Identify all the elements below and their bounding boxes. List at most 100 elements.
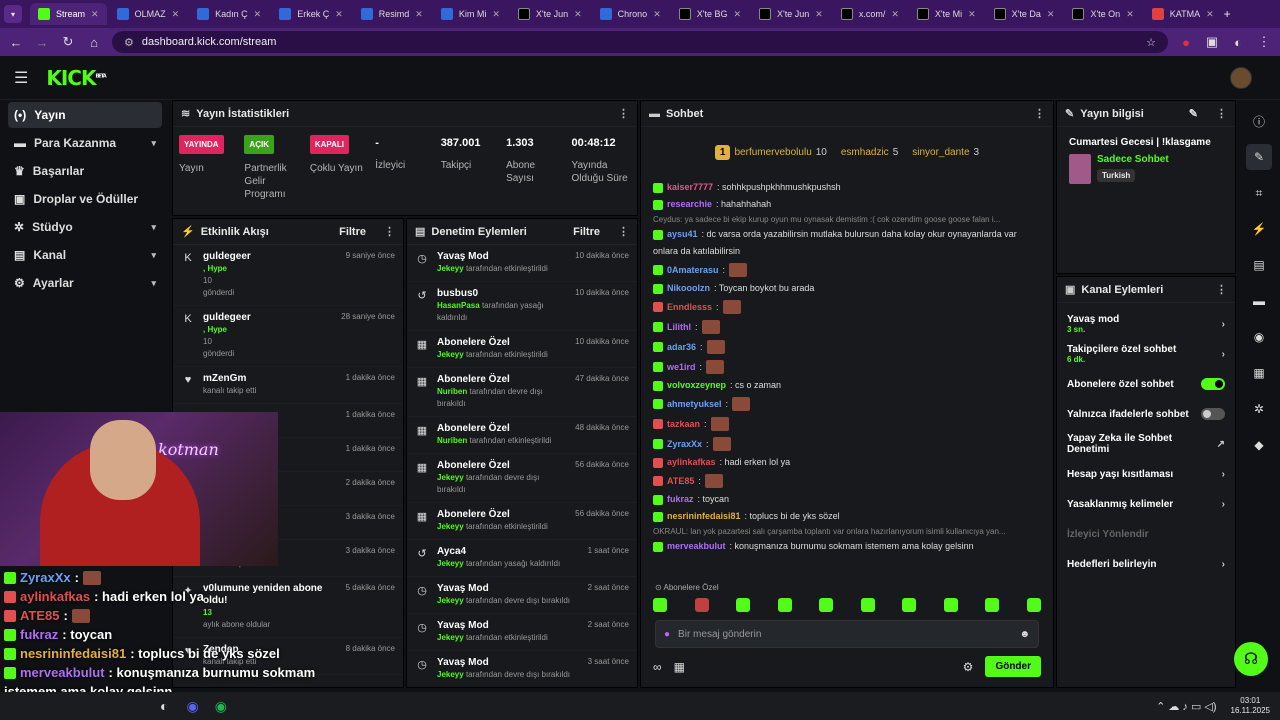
- top-gifter[interactable]: esmhadzic 5: [841, 147, 898, 158]
- emote-3[interactable]: [736, 598, 751, 612]
- tab-close-icon[interactable]: ✕: [1126, 9, 1134, 20]
- sidebar-item-1[interactable]: ▬ Para Kazanma ▾: [8, 130, 162, 156]
- channel-action-item[interactable]: Yalnızca ifadelerle sohbet: [1057, 399, 1235, 429]
- sidebar-item-2[interactable]: ♛ Başarılar: [8, 158, 162, 184]
- chat-username[interactable]: ahmetyuksel: [667, 399, 722, 410]
- chat-username[interactable]: 0Amaterasu: [667, 265, 719, 276]
- new-tab-icon[interactable]: +: [1224, 7, 1231, 21]
- kick-logo[interactable]: KICKBETA: [46, 66, 106, 90]
- tab-close-icon[interactable]: ✕: [653, 9, 661, 20]
- moderator-name[interactable]: Nuriben: [437, 387, 467, 396]
- activity-user[interactable]: mZenGm: [203, 373, 338, 385]
- moderator-name[interactable]: Jekeyy: [437, 473, 464, 482]
- chat-username[interactable]: ATE85: [667, 476, 694, 487]
- chat-username[interactable]: ZyraxXx: [667, 439, 702, 450]
- browser-tab[interactable]: Kim Mi ✕: [433, 3, 508, 25]
- channel-action-item[interactable]: Hesap yaşı kısıtlaması ›: [1057, 459, 1235, 489]
- document-icon[interactable]: ▤: [1246, 252, 1272, 278]
- broadcast-icon[interactable]: ◉: [1246, 324, 1272, 350]
- chat-icon[interactable]: ▬: [1246, 288, 1272, 314]
- sidebar-item-5[interactable]: ▤ Kanal ▾: [8, 242, 162, 268]
- emote-4[interactable]: [777, 598, 792, 612]
- site-info-icon[interactable]: ⚙: [124, 36, 134, 49]
- chat-gear-icon[interactable]: ⚙: [963, 660, 974, 674]
- activity-menu-icon[interactable]: ⋮: [384, 225, 395, 238]
- emote-2[interactable]: [694, 598, 709, 612]
- chevron-down-icon[interactable]: ▾: [151, 222, 156, 233]
- tab-close-icon[interactable]: ✕: [415, 9, 423, 20]
- bookmark-star-icon[interactable]: ☆: [1146, 36, 1156, 49]
- info-icon[interactable]: ⓘ: [1246, 108, 1272, 134]
- language-tag[interactable]: Turkish: [1097, 169, 1136, 182]
- shapes-icon[interactable]: ◆: [1246, 432, 1272, 458]
- flash-icon[interactable]: ⚡: [1246, 216, 1272, 242]
- clock[interactable]: 03:01 16.11.2025: [1231, 696, 1270, 716]
- send-button[interactable]: Gönder: [985, 656, 1041, 677]
- emote-1[interactable]: [653, 598, 667, 612]
- moderator-name[interactable]: Jekeyy: [437, 559, 464, 568]
- moderator-name[interactable]: Nuriben: [437, 436, 467, 445]
- chat-username[interactable]: researchie: [667, 199, 712, 210]
- tab-close-icon[interactable]: ✕: [733, 9, 741, 20]
- channel-action-item[interactable]: Hedefleri belirleyin ›: [1057, 549, 1235, 579]
- chat-username[interactable]: volvoxzeynep: [667, 380, 726, 391]
- moderation-filter-button[interactable]: Filtre: [573, 226, 600, 238]
- layout-icon[interactable]: ▦: [1246, 360, 1272, 386]
- tab-close-icon[interactable]: ✕: [891, 9, 899, 20]
- browser-menu-icon[interactable]: ⋮: [1256, 34, 1272, 50]
- pencil-icon[interactable]: ✎: [1246, 144, 1272, 170]
- taskbar-app-steam[interactable]: ◐: [160, 698, 168, 714]
- channel-action-item[interactable]: Takipçilere özel sohbet 6 dk. ›: [1057, 339, 1235, 369]
- emote-5[interactable]: [819, 598, 834, 612]
- channel-action-item[interactable]: Yapay Zeka ile Sohbet Denetimi ↗: [1057, 429, 1235, 459]
- hamburger-menu-icon[interactable]: ☰: [14, 68, 28, 88]
- category-link[interactable]: Sadece Sohbet: [1097, 154, 1169, 165]
- extensions-puzzle-icon[interactable]: ▣: [1204, 34, 1220, 50]
- browser-tab[interactable]: X'te On ✕: [1064, 3, 1141, 25]
- activity-user[interactable]: guldegeer: [203, 251, 338, 263]
- emote-7[interactable]: [902, 598, 917, 612]
- tab-close-icon[interactable]: ✕: [492, 9, 500, 20]
- crop-icon[interactable]: ⌗: [1246, 180, 1272, 206]
- moderator-name[interactable]: Jekeyy: [437, 522, 464, 531]
- stats-menu-icon[interactable]: ⋮: [618, 107, 629, 120]
- browser-tab[interactable]: Resimd ✕: [353, 3, 431, 25]
- user-avatar[interactable]: [1230, 67, 1252, 89]
- activity-user[interactable]: guldegeer: [203, 312, 333, 324]
- tab-close-icon[interactable]: ✕: [815, 9, 823, 20]
- tools-icon[interactable]: ✲: [1246, 396, 1272, 422]
- channel-action-item[interactable]: Abonelere özel sohbet: [1057, 369, 1235, 399]
- channel-action-item[interactable]: Yasaklanmış kelimeler ›: [1057, 489, 1235, 519]
- home-icon[interactable]: ⌂: [86, 35, 102, 50]
- chat-menu-icon[interactable]: ⋮: [1034, 107, 1045, 120]
- activity-filter-button[interactable]: Filtre: [339, 226, 366, 238]
- chat-username[interactable]: tazkaan: [667, 419, 700, 430]
- tab-close-icon[interactable]: ✕: [254, 9, 262, 20]
- chat-username[interactable]: Lilithl: [667, 322, 691, 333]
- tab-close-icon[interactable]: ✕: [335, 9, 343, 20]
- chevron-down-icon[interactable]: ▾: [151, 138, 156, 149]
- emoji-icon[interactable]: ☻: [1019, 629, 1030, 640]
- chevron-right-icon[interactable]: ›: [1222, 469, 1225, 480]
- emote-8[interactable]: [943, 598, 958, 612]
- browser-tab[interactable]: X'te Jun ✕: [510, 3, 590, 25]
- moderator-name[interactable]: HasanPasa: [437, 301, 480, 310]
- tab-close-icon[interactable]: ✕: [574, 9, 582, 20]
- tab-close-icon[interactable]: ✕: [91, 9, 99, 20]
- channel-action-item[interactable]: Yavaş mod 3 sn. ›: [1057, 309, 1235, 339]
- extension-icon[interactable]: ●: [1178, 35, 1194, 50]
- category-thumbnail[interactable]: [1069, 154, 1091, 184]
- chevron-right-icon[interactable]: ›: [1222, 319, 1225, 330]
- moderator-name[interactable]: Jekeyy: [437, 596, 464, 605]
- edit-icon[interactable]: ✎: [1189, 107, 1198, 120]
- chat-username[interactable]: merveakbulut: [667, 541, 726, 552]
- tab-close-icon[interactable]: ✕: [968, 9, 976, 20]
- mic-icon[interactable]: ●: [664, 629, 670, 640]
- browser-tab[interactable]: X'te BG ✕: [671, 3, 749, 25]
- forward-icon[interactable]: →: [34, 35, 50, 50]
- browser-tab[interactable]: Stream ✕: [30, 3, 107, 25]
- moderation-menu-icon[interactable]: ⋮: [618, 225, 629, 238]
- sidebar-item-0[interactable]: (•) Yayın: [8, 102, 162, 128]
- profile-avatar-icon[interactable]: ◐: [1230, 35, 1246, 50]
- channel-actions-menu-icon[interactable]: ⋮: [1216, 283, 1227, 296]
